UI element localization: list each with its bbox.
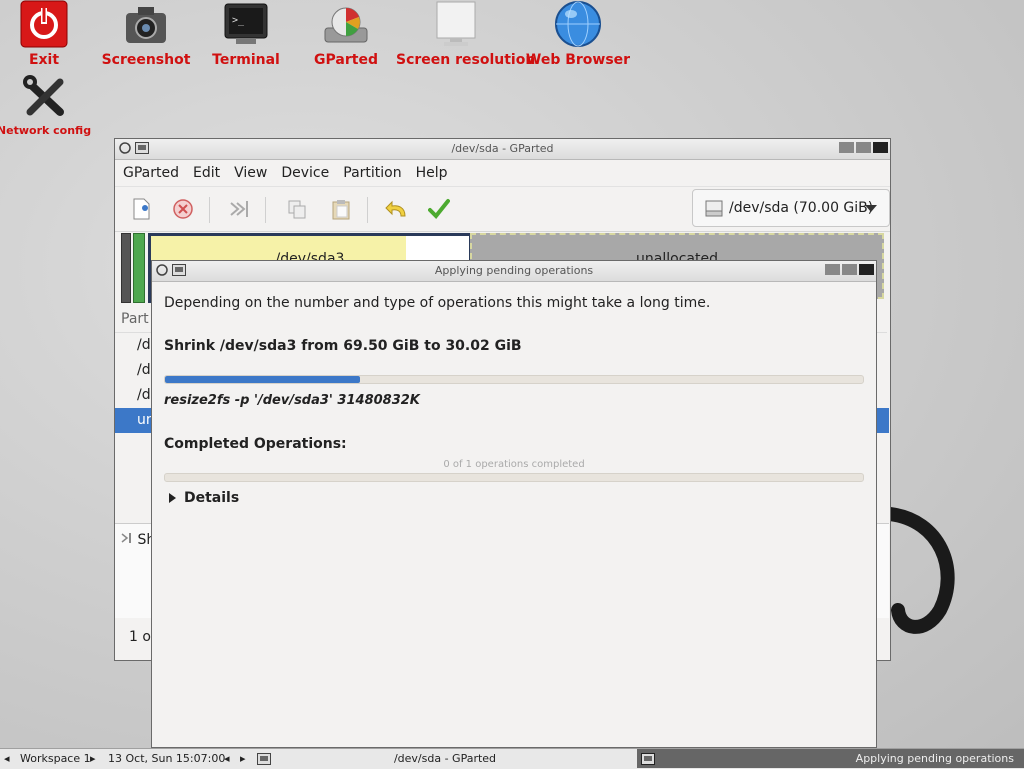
taskbar: ◂ Workspace 1 ▸ 13 Oct, Sun 15:07:00 ◂ ▸… — [0, 748, 1024, 769]
operation-progress-fill — [165, 376, 361, 383]
delete-partition-button[interactable] — [171, 197, 195, 221]
terminal-icon: >_ — [222, 0, 270, 48]
completed-progress-bar — [164, 473, 864, 482]
undo-icon — [385, 200, 406, 217]
camera-icon — [122, 0, 170, 48]
dialog-intro-text: Depending on the number and type of oper… — [164, 295, 711, 311]
maximize-button[interactable] — [856, 142, 871, 153]
minimize-button[interactable] — [839, 142, 854, 153]
task-next-icon[interactable]: ▸ — [240, 752, 246, 765]
menu-gparted[interactable]: GParted — [123, 165, 179, 181]
copy-button[interactable] — [285, 197, 309, 221]
menu-help[interactable]: Help — [416, 165, 448, 181]
completed-operations-label: Completed Operations: — [164, 436, 347, 452]
window-controls — [839, 142, 888, 153]
globe-icon — [554, 0, 602, 48]
apply-dialog: Applying pending operations Depending on… — [151, 260, 877, 748]
copy-icon — [288, 200, 306, 219]
desktop-icon-label: Screen resolution — [396, 52, 536, 68]
monitor-icon — [432, 0, 480, 48]
row-cell: /d — [137, 387, 151, 403]
disk-icon — [322, 0, 370, 48]
menu-partition[interactable]: Partition — [343, 165, 401, 181]
device-selector-label: /dev/sda (70.00 GiB) — [729, 200, 874, 216]
details-expander[interactable]: Details — [168, 490, 239, 506]
row-cell: /d — [137, 337, 151, 353]
workspace-prev-icon[interactable]: ◂ — [4, 752, 10, 765]
operation-progress-bar — [164, 375, 864, 384]
clock[interactable]: 13 Oct, Sun 15:07:00 — [108, 752, 225, 765]
new-partition-button[interactable] — [129, 197, 153, 221]
drive-icon — [705, 200, 723, 217]
details-label: Details — [184, 490, 240, 506]
svg-text:>_: >_ — [232, 15, 245, 26]
undo-button[interactable] — [385, 197, 409, 221]
menu-device[interactable]: Device — [281, 165, 329, 181]
window-title: /dev/sda - GParted — [451, 142, 554, 155]
task-button-gparted[interactable]: /dev/sda - GParted — [255, 749, 635, 768]
desktop-icon-screen-resolution[interactable]: Screen resolution — [396, 0, 536, 68]
device-selector[interactable]: /dev/sda (70.00 GiB) — [692, 189, 890, 227]
resize-icon — [230, 201, 248, 217]
chevron-down-icon — [865, 205, 877, 212]
maximize-button[interactable] — [842, 264, 857, 275]
desktop-icon-label: Network config — [0, 124, 92, 137]
current-operation-label: Shrink /dev/sda3 from 69.50 GiB to 30.02… — [164, 338, 522, 354]
row-cell: /d — [137, 362, 151, 378]
workspace-label[interactable]: Workspace 1 — [20, 752, 91, 765]
new-icon — [133, 198, 150, 220]
completed-progress-text: 0 of 1 operations completed — [443, 459, 585, 470]
menubar: GParted Edit View Device Partition Help — [115, 160, 890, 187]
partition-block-small[interactable] — [121, 233, 131, 303]
menu-view[interactable]: View — [234, 165, 267, 181]
dialog-titlebar[interactable]: Applying pending operations — [152, 261, 876, 282]
menu-edit[interactable]: Edit — [193, 165, 220, 181]
window-controls — [825, 264, 874, 275]
close-button[interactable] — [859, 264, 874, 275]
command-text: resize2fs -p '/dev/sda3' 31480832K — [164, 393, 420, 408]
paste-button[interactable] — [329, 197, 353, 221]
minimize-button[interactable] — [825, 264, 840, 275]
delete-icon — [173, 199, 193, 219]
close-button[interactable] — [873, 142, 888, 153]
resize-move-button[interactable] — [227, 197, 251, 221]
dialog-title: Applying pending operations — [434, 264, 594, 277]
power-icon — [20, 0, 68, 48]
gparted-titlebar[interactable]: /dev/sda - GParted — [115, 139, 890, 160]
task-label: /dev/sda - GParted — [393, 752, 497, 765]
toolbar: /dev/sda (70.00 GiB) — [115, 187, 890, 232]
desktop-icon-label: Web Browser — [525, 52, 631, 68]
expander-arrow-icon — [169, 493, 176, 503]
tools-icon — [20, 72, 68, 120]
task-button-apply-dialog[interactable]: Applying pending operations — [637, 749, 1024, 768]
checkmark-icon — [428, 199, 450, 219]
partition-block-small[interactable] — [133, 233, 145, 303]
resize-icon — [121, 533, 131, 543]
column-header-partition[interactable]: Part — [121, 311, 149, 327]
workspace-next-icon[interactable]: ▸ — [90, 752, 96, 765]
desktop-icon-web-browser[interactable]: Web Browser — [518, 0, 638, 68]
apply-button[interactable] — [427, 197, 451, 221]
task-prev-icon[interactable]: ◂ — [224, 752, 230, 765]
paste-icon — [332, 200, 350, 220]
task-label: Applying pending operations — [855, 752, 1014, 765]
desktop-icon-label: GParted — [314, 52, 378, 68]
desktop-icon-network-config[interactable]: Network config — [0, 72, 104, 137]
desktop-icon-gparted[interactable]: GParted — [286, 0, 406, 68]
